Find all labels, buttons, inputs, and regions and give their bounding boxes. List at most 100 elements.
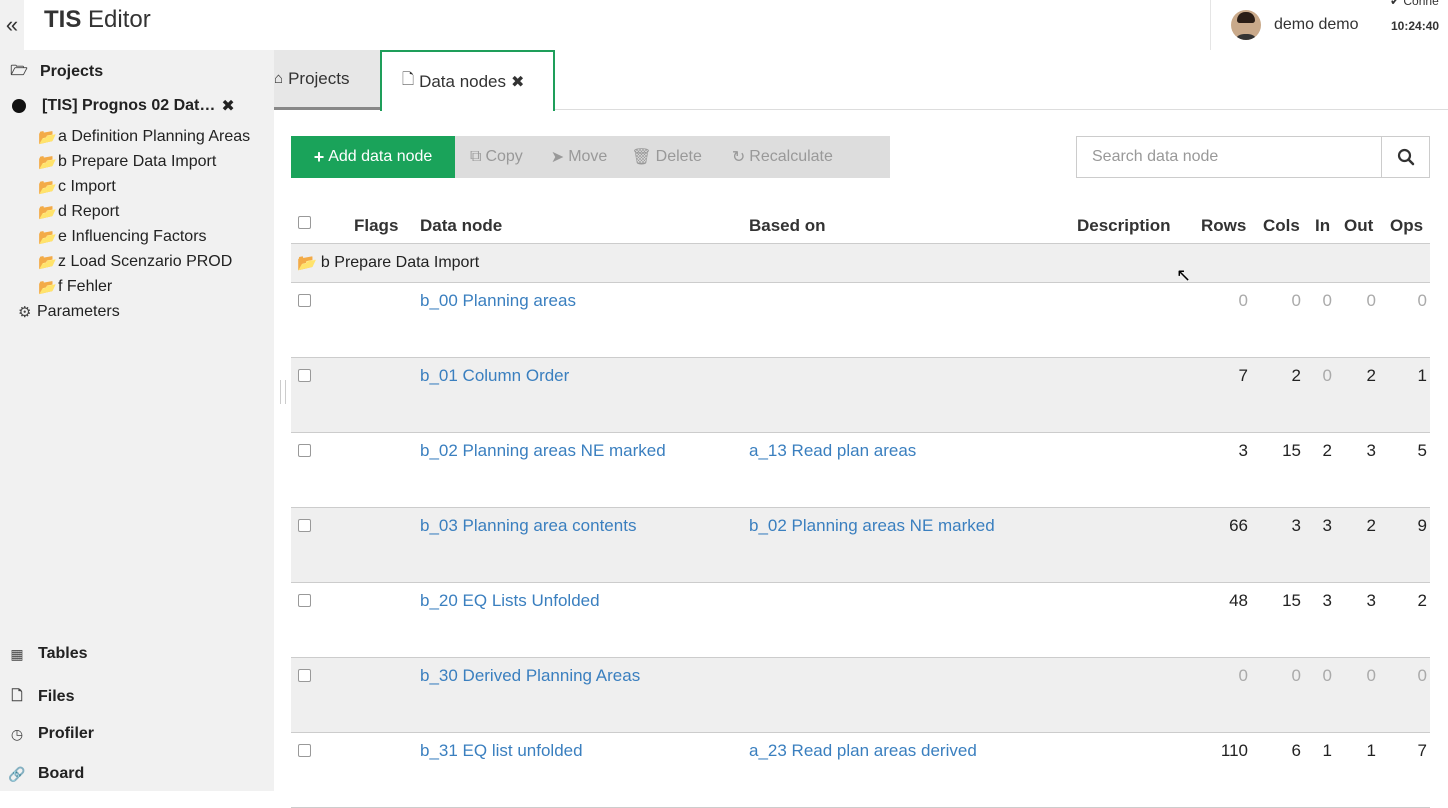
table-row[interactable]: b_02 Planning areas NE marked a_13 Read p… xyxy=(291,433,1430,508)
column-header-rows[interactable]: Rows xyxy=(1201,216,1246,236)
data-node-link[interactable]: b_03 Planning area contents xyxy=(420,516,636,536)
table-row[interactable]: b_03 Planning area contents b_02 Planning… xyxy=(291,508,1430,583)
delete-button[interactable]: 🗑 Delete xyxy=(615,136,710,178)
close-tab-icon[interactable]: ✖ xyxy=(511,72,524,92)
group-row[interactable]: 📂 b Prepare Data Import xyxy=(291,244,1430,283)
data-node-link[interactable]: b_02 Planning areas NE marked xyxy=(420,441,666,461)
cell-out: 0 xyxy=(1366,291,1376,310)
row-checkbox[interactable] xyxy=(298,444,311,457)
avatar xyxy=(1231,10,1261,40)
based-on-link[interactable]: b_02 Planning areas NE marked xyxy=(749,516,995,536)
folder-open-icon: 📂 xyxy=(38,229,57,246)
search-box xyxy=(1076,136,1430,178)
data-node-link[interactable]: b_20 EQ Lists Unfolded xyxy=(420,591,600,611)
table-row[interactable]: b_30 Derived Planning Areas 0 0 0 0 0 xyxy=(291,658,1430,733)
copy-label: Copy xyxy=(485,148,523,165)
table-row[interactable]: b_01 Column Order 7 2 0 2 1 xyxy=(291,358,1430,433)
tree-parameters[interactable]: ⚙ Parameters xyxy=(18,303,120,321)
data-node-link[interactable]: b_00 Planning areas xyxy=(420,291,576,311)
recalculate-button[interactable]: ↻ Recalculate xyxy=(709,136,841,178)
based-on-link[interactable]: a_23 Read plan areas derived xyxy=(749,741,977,761)
search-input[interactable] xyxy=(1076,136,1382,178)
table-row[interactable]: b_20 EQ Lists Unfolded 48 15 3 3 2 xyxy=(291,583,1430,658)
delete-label: Delete xyxy=(655,148,702,165)
column-header-out[interactable]: Out xyxy=(1344,216,1373,236)
cell-rows: 3 xyxy=(1238,441,1248,460)
add-data-node-button[interactable]: + Add data node xyxy=(291,136,455,178)
cell-rows: 110 xyxy=(1220,741,1248,760)
cell-ops: 0 xyxy=(1417,666,1427,685)
cell-in: 0 xyxy=(1322,666,1332,685)
data-node-link[interactable]: b_31 EQ list unfolded xyxy=(420,741,583,761)
sidebar: 🗁 Projects [TIS] Prognos 02 Dat… ✖ 📂 a D… xyxy=(0,50,274,791)
column-header-data-node[interactable]: Data node xyxy=(420,216,502,236)
search-button[interactable] xyxy=(1382,136,1430,178)
select-all-checkbox[interactable] xyxy=(298,216,311,229)
tree-folder[interactable]: 📂 z Load Scenzario PROD xyxy=(38,253,232,271)
copy-icon: ⧉ xyxy=(470,148,482,165)
column-header-ops[interactable]: Ops xyxy=(1390,216,1423,236)
move-button[interactable]: ➤ Move xyxy=(530,136,616,178)
data-node-link[interactable]: b_30 Derived Planning Areas xyxy=(420,666,640,686)
project-name: [TIS] Prognos 02 Dat… xyxy=(42,97,216,114)
column-header-in[interactable]: In xyxy=(1315,216,1330,236)
tree-folder[interactable]: 📂 b Prepare Data Import xyxy=(38,153,216,171)
tree-folder[interactable]: 📂 d Report xyxy=(38,203,119,221)
sidebar-item-files[interactable]: 🗋 Files xyxy=(8,685,74,709)
tree-folder[interactable]: 📂 f Fehler xyxy=(38,278,112,296)
copy-button[interactable]: ⧉ Copy xyxy=(455,136,531,178)
row-checkbox[interactable] xyxy=(298,369,311,382)
tree-folder[interactable]: 📂 c Import xyxy=(38,178,116,196)
row-checkbox[interactable] xyxy=(298,594,311,607)
collapse-sidebar-icon[interactable]: « xyxy=(0,0,24,50)
group-label: b Prepare Data Import xyxy=(320,254,480,271)
sidebar-project[interactable]: [TIS] Prognos 02 Dat… ✖ xyxy=(12,96,235,116)
row-checkbox[interactable] xyxy=(298,294,311,307)
close-project-icon[interactable]: ✖ xyxy=(221,96,234,116)
tree-folder-label: c Import xyxy=(58,178,116,195)
tab-projects[interactable]: ⌂ Projects xyxy=(274,50,380,110)
row-checkbox[interactable] xyxy=(298,744,311,757)
column-header-description[interactable]: Description xyxy=(1077,216,1171,236)
table-row[interactable]: b_00 Planning areas 0 0 0 0 0 xyxy=(291,283,1430,358)
column-header-flags[interactable]: Flags xyxy=(354,216,398,236)
clock-icon: ◷ xyxy=(10,725,24,742)
sidebar-item-projects[interactable]: 🗁 Projects xyxy=(10,60,103,84)
tree-folder[interactable]: 📂 a Definition Planning Areas xyxy=(38,128,250,146)
toolbar: + Add data node ⧉ Copy ➤ Move 🗑 Delete ↻… xyxy=(291,136,890,178)
clock: 10:24:40 xyxy=(1391,19,1440,33)
sidebar-item-label: Profiler xyxy=(38,725,95,742)
cell-out: 0 xyxy=(1366,666,1376,685)
sidebar-item-tables[interactable]: ▦ Tables xyxy=(8,645,87,663)
cell-in: 0 xyxy=(1322,366,1332,385)
folder-open-icon: 📂 xyxy=(38,129,57,146)
tree-parameters-label: Parameters xyxy=(37,303,120,320)
tree-folder-label: e Influencing Factors xyxy=(58,228,207,245)
user-menu[interactable]: demo demo xyxy=(1210,0,1380,50)
cell-ops: 5 xyxy=(1417,441,1427,460)
cell-in: 3 xyxy=(1322,591,1332,610)
file-icon: 🗋 xyxy=(402,71,415,88)
link-icon: 🔗 xyxy=(8,765,26,782)
sidebar-item-board[interactable]: 🔗 Board xyxy=(8,765,84,783)
tree-folder[interactable]: 📂 e Influencing Factors xyxy=(38,228,207,246)
sidebar-resize-handle[interactable] xyxy=(280,380,286,404)
row-checkbox[interactable] xyxy=(298,669,311,682)
row-checkbox[interactable] xyxy=(298,519,311,532)
add-data-node-label: Add data node xyxy=(328,148,433,165)
action-button-group: ⧉ Copy ➤ Move 🗑 Delete ↻ Recalculate xyxy=(455,136,890,178)
cell-cols: 6 xyxy=(1291,741,1301,760)
column-header-cols[interactable]: Cols xyxy=(1263,216,1300,236)
app-title: TIS Editor xyxy=(44,6,151,34)
folder-open-icon: 📂 xyxy=(38,179,57,196)
sidebar-item-profiler[interactable]: ◷ Profiler xyxy=(8,725,94,743)
tree-folder-label: a Definition Planning Areas xyxy=(58,128,251,145)
home-icon: ⌂ xyxy=(274,70,284,87)
tab-data-nodes[interactable]: 🗋 Data nodes ✖ xyxy=(380,50,555,111)
column-header-based-on[interactable]: Based on xyxy=(749,216,826,236)
based-on-link[interactable]: a_13 Read plan areas xyxy=(749,441,916,461)
table-row[interactable]: b_31 EQ list unfolded a_23 Read plan area… xyxy=(291,733,1430,808)
cell-ops: 2 xyxy=(1417,591,1427,610)
refresh-icon: ↻ xyxy=(731,149,746,166)
data-node-link[interactable]: b_01 Column Order xyxy=(420,366,569,386)
